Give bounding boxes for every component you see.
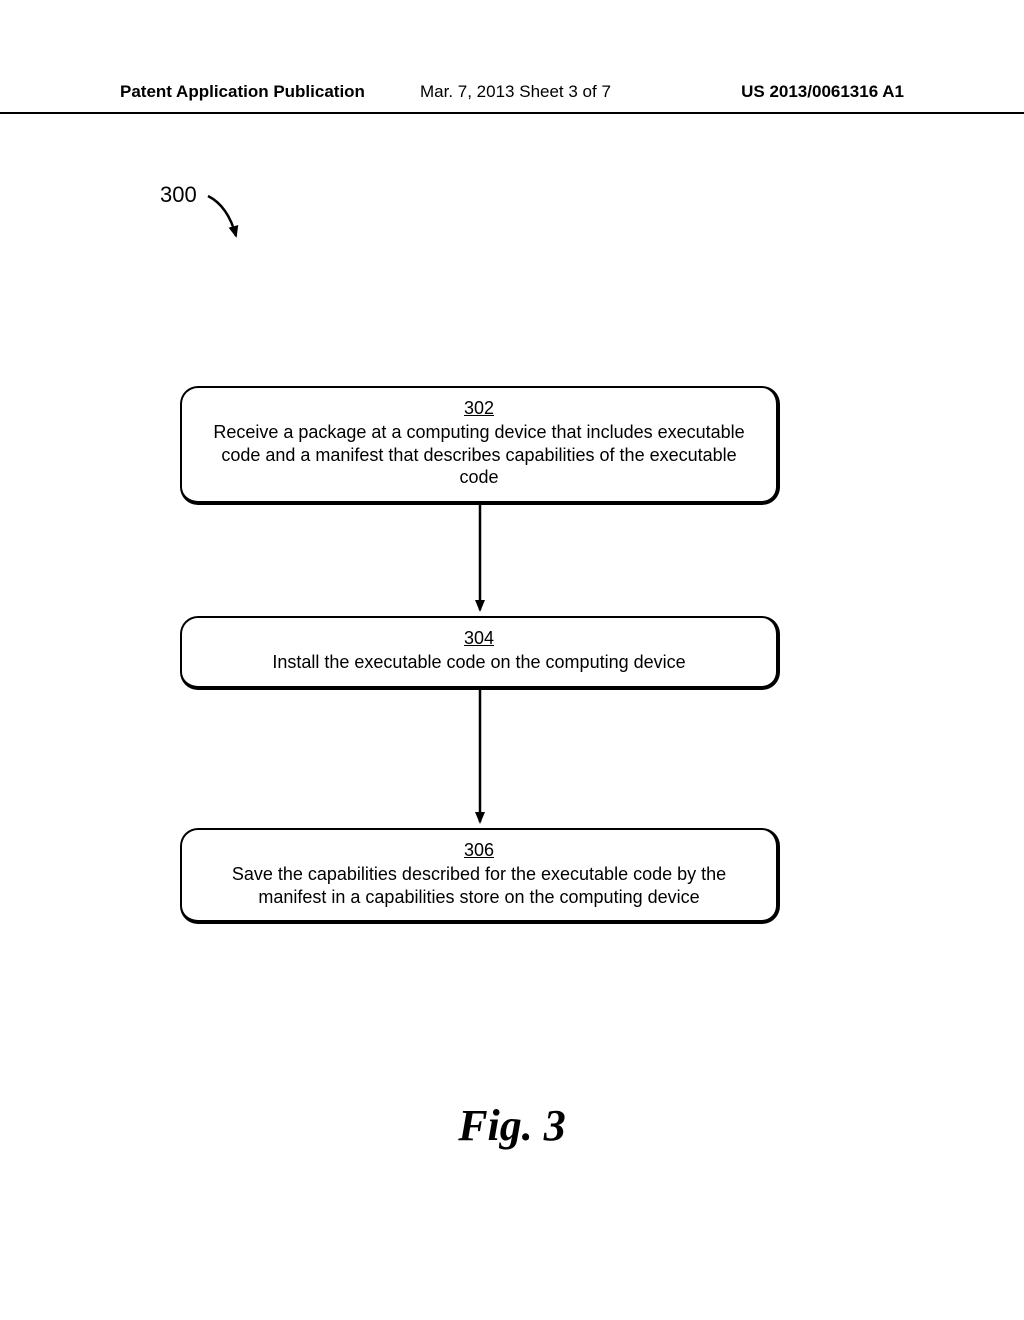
flow-step-302: 302 Receive a package at a computing dev… xyxy=(180,386,780,505)
patent-page: Patent Application Publication Mar. 7, 2… xyxy=(0,0,1024,1320)
page-header: Patent Application Publication Mar. 7, 2… xyxy=(0,82,1024,114)
step-number: 302 xyxy=(204,398,754,419)
figure-reference-number: 300 xyxy=(160,182,197,208)
step-number: 306 xyxy=(204,840,754,861)
header-publication: Patent Application Publication xyxy=(120,82,365,102)
flow-step-304: 304 Install the executable code on the c… xyxy=(180,616,780,690)
header-pub-number: US 2013/0061316 A1 xyxy=(741,82,904,102)
figure-label: Fig. 3 xyxy=(0,1100,1024,1151)
flow-step-306: 306 Save the capabilities described for … xyxy=(180,828,780,924)
step-text: Save the capabilities described for the … xyxy=(232,864,726,907)
step-number: 304 xyxy=(204,628,754,649)
header-date-sheet: Mar. 7, 2013 Sheet 3 of 7 xyxy=(420,82,611,102)
step-text: Install the executable code on the compu… xyxy=(272,652,685,672)
step-text: Receive a package at a computing device … xyxy=(213,422,744,487)
reference-pointer-arrow xyxy=(208,196,236,236)
